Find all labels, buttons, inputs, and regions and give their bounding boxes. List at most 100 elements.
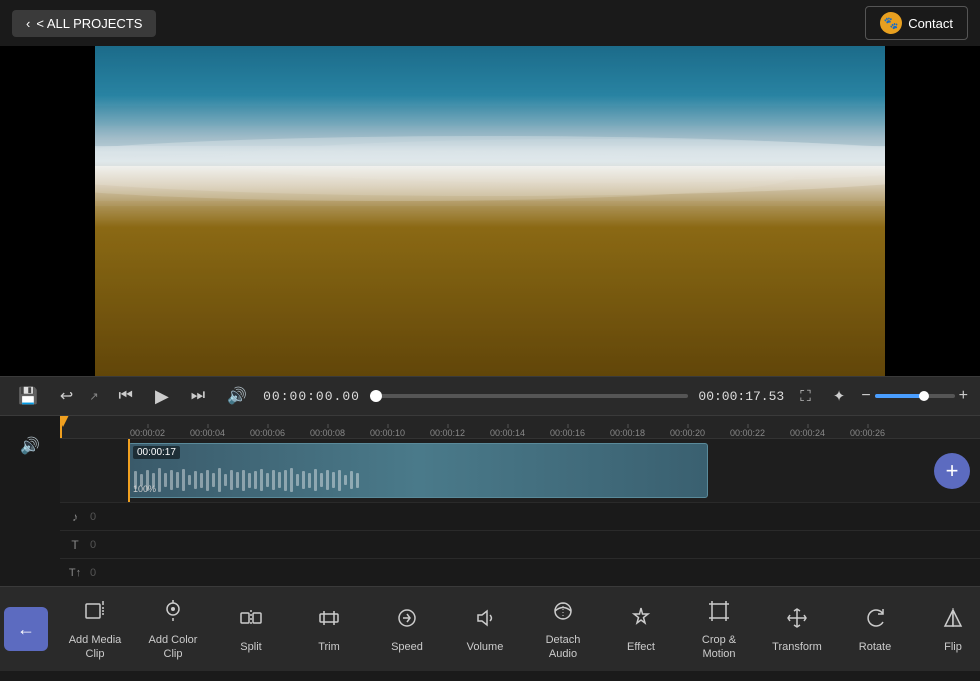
zoom-slider[interactable] — [875, 394, 955, 398]
text-track-area[interactable] — [96, 531, 980, 558]
contact-button[interactable]: 🐾 Contact — [865, 6, 968, 40]
transform-label: Transform — [772, 640, 822, 654]
timeline-left-controls: 🔊 — [0, 416, 60, 586]
save-project-button[interactable]: 💾 — [12, 384, 44, 408]
split-tool[interactable]: Split — [212, 592, 290, 667]
flip-label: Flip — [944, 640, 962, 654]
speed-label: Speed — [391, 640, 423, 654]
split-icon — [239, 606, 263, 636]
ruler-mark: 00:00:04 — [190, 428, 225, 438]
crop-motion-label: Crop &Motion — [702, 633, 736, 662]
progress-dot — [370, 390, 382, 402]
rotate-label: Rotate — [859, 640, 891, 654]
ruler-mark: 00:00:16 — [550, 428, 585, 438]
ruler-mark: 00:00:20 — [670, 428, 705, 438]
ruler-mark: 00:00:18 — [610, 428, 645, 438]
wave-overlay — [95, 46, 885, 376]
sticker-track-area[interactable] — [96, 559, 980, 586]
zoom-controls: − + — [861, 387, 968, 405]
text-track-row: T 0 — [60, 530, 980, 558]
add-media-clip-tool[interactable]: Add MediaClip — [56, 592, 134, 667]
clip-label: 00:00:17 — [133, 446, 180, 459]
music-icon: ♪ — [60, 503, 90, 530]
ruler-mark: 00:00:24 — [790, 428, 825, 438]
rotate-tool[interactable]: Rotate — [836, 592, 914, 667]
crop-motion-tool[interactable]: Crop &Motion — [680, 592, 758, 667]
total-time: 00:00:17.53 — [698, 389, 784, 404]
audio-button[interactable]: 🔊 — [221, 384, 253, 408]
zoom-out-button[interactable]: − — [861, 387, 870, 405]
detach-audio-icon — [551, 599, 575, 629]
zoom-in-button[interactable]: + — [959, 387, 968, 405]
volume-tool[interactable]: Volume — [446, 592, 524, 667]
timeline-progress-bar[interactable] — [370, 394, 688, 398]
audio-track-button[interactable]: 🔊 — [20, 436, 40, 456]
add-color-clip-icon — [161, 599, 185, 629]
text-icon: T — [60, 531, 90, 558]
zoom-thumb — [919, 391, 929, 401]
transform-tool[interactable]: Transform — [758, 592, 836, 667]
ruler-mark: 00:00:26 — [850, 428, 885, 438]
ruler-mark: 00:00:14 — [490, 428, 525, 438]
ruler-mark: 00:00:12 — [430, 428, 465, 438]
contact-icon: 🐾 — [880, 12, 902, 34]
music-track-area[interactable] — [96, 503, 980, 530]
split-label: Split — [240, 640, 261, 654]
speed-icon — [395, 606, 419, 636]
add-color-clip-tool[interactable]: Add ColorClip — [134, 592, 212, 667]
ruler-mark: 00:00:02 — [130, 428, 165, 438]
trim-tool[interactable]: Trim — [290, 592, 368, 667]
preview-area — [0, 46, 980, 376]
back-to-projects-button[interactable]: ‹ < ALL PROJECTS — [12, 10, 156, 37]
add-color-clip-label: Add ColorClip — [149, 633, 198, 662]
current-time: 00:00:00.00 — [263, 389, 360, 404]
ruler-mark: 00:00:22 — [730, 428, 765, 438]
video-preview — [95, 46, 885, 376]
timeline-playhead — [128, 439, 130, 502]
back-arrow-icon: ← — [17, 619, 35, 640]
add-clip-button[interactable]: + — [934, 453, 970, 489]
sticker-track-row: T↑ 0 — [60, 558, 980, 586]
playhead-triangle — [60, 416, 69, 427]
rotate-icon — [863, 606, 887, 636]
detach-audio-tool[interactable]: DetachAudio — [524, 592, 602, 667]
music-track-row: ♪ 0 — [60, 502, 980, 530]
ruler-mark: 00:00:08 — [310, 428, 345, 438]
transport-bar: 💾 ↩ ↗ ⏮ ▶ ⏭ 🔊 00:00:00.00 00:00:17.53 ⛶ … — [0, 376, 980, 416]
volume-icon — [473, 606, 497, 636]
back-button[interactable]: ← — [4, 607, 48, 651]
flip-tool[interactable]: Flip — [914, 592, 980, 667]
clip-waveform — [129, 465, 707, 495]
fullscreen-button[interactable]: ⛶ — [794, 386, 817, 407]
ruler-mark: 00:00:06 — [250, 428, 285, 438]
video-clip[interactable]: 00:00:17 — [128, 443, 708, 498]
extra-tracks-container: ♪ 0 T 0 T↑ 0 — [60, 502, 980, 586]
flip-icon — [941, 606, 965, 636]
speed-tool[interactable]: Speed — [368, 592, 446, 667]
effect-label: Effect — [627, 640, 655, 654]
adjust-button[interactable]: ✦ — [827, 385, 852, 407]
zoom-fill — [875, 394, 923, 398]
undo-button[interactable]: ↩ — [54, 384, 79, 408]
timeline-area: 🔊 00:00:02 00:00:04 00:00:06 00:00:08 00… — [0, 416, 980, 586]
sticker-icon: T↑ — [60, 559, 90, 586]
add-media-clip-icon — [83, 599, 107, 629]
top-bar: ‹ < ALL PROJECTS 🐾 Contact — [0, 0, 980, 46]
clip-percentage: 100% — [133, 484, 156, 494]
trim-label: Trim — [318, 640, 340, 654]
fps-label: ↗ — [89, 390, 98, 403]
effect-tool[interactable]: Effect — [602, 592, 680, 667]
go-to-start-button[interactable]: ⏮ — [113, 385, 139, 407]
bottom-toolbar: ← Add MediaClip Add ColorClip — [0, 586, 980, 671]
trim-icon — [317, 606, 341, 636]
ruler-mark: 00:00:10 — [370, 428, 405, 438]
volume-label: Volume — [467, 640, 504, 654]
timeline-ruler: 00:00:02 00:00:04 00:00:06 00:00:08 00:0… — [60, 416, 980, 438]
play-pause-button[interactable]: ▶ — [149, 384, 175, 409]
timeline-main: 00:00:02 00:00:04 00:00:06 00:00:08 00:0… — [60, 416, 980, 586]
add-media-clip-label: Add MediaClip — [69, 633, 122, 662]
go-to-end-button[interactable]: ⏭ — [185, 385, 211, 407]
transform-icon — [785, 606, 809, 636]
video-track-row: 00:00:17 — [60, 438, 980, 502]
back-arrow-icon: ‹ — [26, 16, 30, 31]
